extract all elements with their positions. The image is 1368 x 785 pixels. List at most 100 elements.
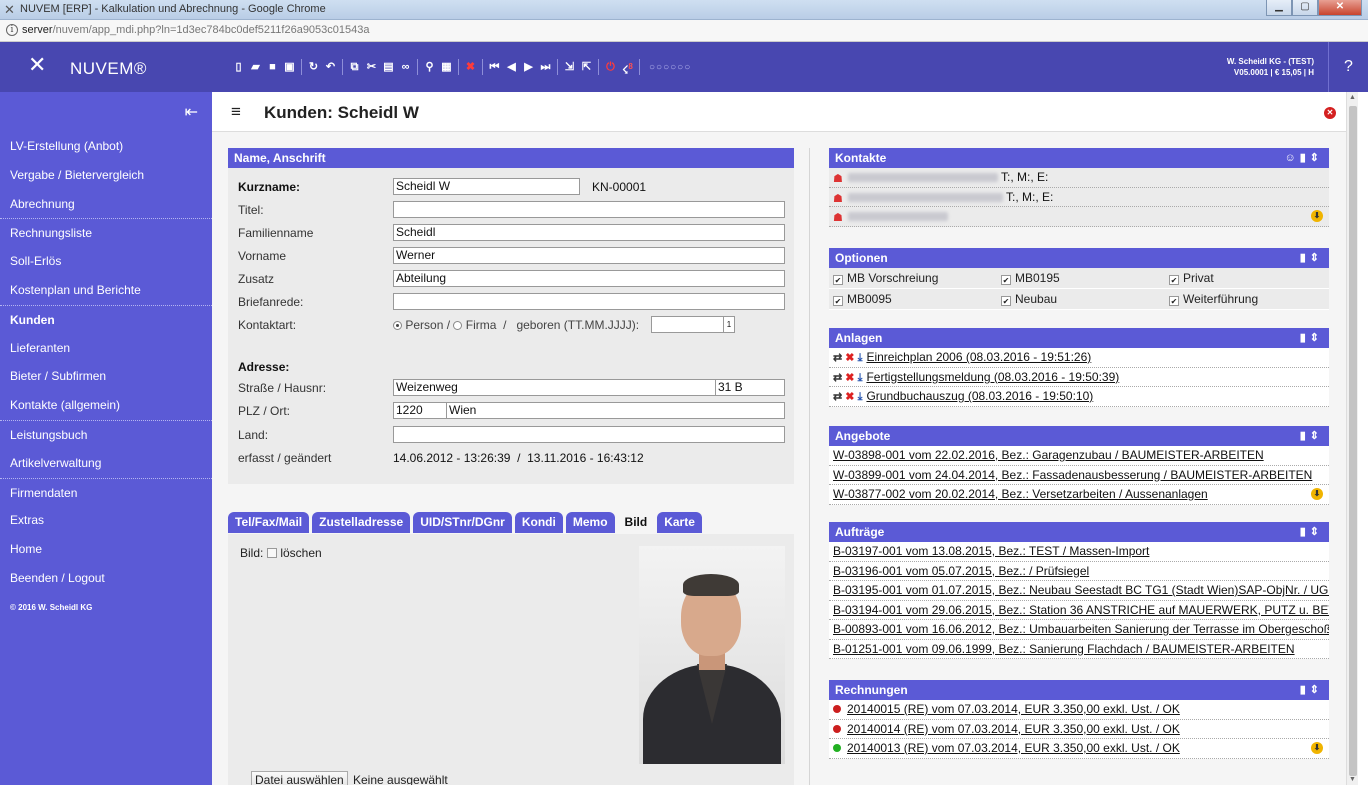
- sidebar-item-bieter[interactable]: Bieter / Subfirmen: [0, 362, 212, 391]
- plz-input[interactable]: 1220: [393, 402, 448, 419]
- sort-icon[interactable]: ⇕: [1310, 684, 1323, 696]
- titel-input[interactable]: [393, 201, 785, 218]
- strasse-input[interactable]: Weizenweg: [393, 379, 717, 396]
- radio-person[interactable]: [393, 321, 402, 330]
- delete-icon[interactable]: ✖: [845, 372, 854, 384]
- invoice-link[interactable]: 20140015 (RE) vom 07.03.2014, EUR 3.350,…: [847, 702, 1180, 716]
- calendar-icon[interactable]: 1: [723, 316, 735, 333]
- option-item[interactable]: ✔ MB0095: [829, 289, 997, 310]
- sidebar-item-rechnungsliste[interactable]: Rechnungsliste: [0, 218, 212, 247]
- new-icon[interactable]: ▮: [1300, 430, 1310, 442]
- checkbox-checked-icon[interactable]: ✔: [1169, 296, 1179, 306]
- move-icon[interactable]: ⇄: [833, 352, 842, 364]
- add-contact-icon[interactable]: ☺: [1284, 152, 1299, 164]
- kurzname-input[interactable]: Scheidl W: [393, 178, 580, 195]
- move-icon[interactable]: ⇄: [833, 391, 842, 403]
- vertical-scrollbar[interactable]: ▲ ▼: [1346, 92, 1358, 785]
- copy-icon[interactable]: ⧉: [348, 60, 361, 74]
- tab-uid[interactable]: UID/STnr/DGnr: [413, 512, 512, 533]
- option-item[interactable]: ✔ Privat: [1165, 268, 1329, 289]
- sidebar-item-lieferanten[interactable]: Lieferanten: [0, 334, 212, 363]
- collapse-icon[interactable]: ⇤: [185, 102, 198, 122]
- option-item[interactable]: ✔ MB Vorschreiung: [829, 268, 997, 289]
- sidebar-item-leistungsbuch[interactable]: Leistungsbuch: [0, 419, 212, 449]
- cut-icon[interactable]: ✂: [365, 60, 378, 74]
- attachment-link[interactable]: Grundbuchauszug (08.03.2016 - 19:50:10): [866, 389, 1093, 403]
- menu-icon[interactable]: ≡: [231, 102, 241, 122]
- help-button[interactable]: ?: [1328, 42, 1368, 92]
- tab-kondi[interactable]: Kondi: [514, 512, 563, 533]
- order-link[interactable]: B-01251-001 vom 09.06.1999, Bez.: Sanier…: [833, 642, 1295, 656]
- sidebar-item-abrechnung[interactable]: Abrechnung: [0, 190, 212, 219]
- sidebar-item-lv-erstellung[interactable]: LV-Erstellung (Anbot): [0, 132, 212, 161]
- checkbox-checked-icon[interactable]: ✔: [833, 275, 843, 285]
- scroll-down-icon[interactable]: ▼: [1349, 776, 1356, 783]
- new-icon[interactable]: ▮: [1300, 684, 1310, 696]
- new-document-icon[interactable]: ▯: [232, 60, 245, 74]
- checkbox-checked-icon[interactable]: ✔: [1169, 275, 1179, 285]
- order-link[interactable]: B-03197-001 vom 13.08.2015, Bez.: TEST /…: [833, 544, 1149, 558]
- first-record-icon[interactable]: ⏮: [488, 60, 501, 74]
- more-icon[interactable]: ⬇: [1311, 488, 1323, 500]
- notification-icon[interactable]: ☇8: [621, 60, 634, 77]
- url-text[interactable]: server/nuvem/app_mdi.php?ln=1d3ec784bc0d…: [22, 24, 370, 36]
- undo-icon[interactable]: ↶: [324, 60, 337, 74]
- export-icon[interactable]: ⇲: [563, 60, 576, 74]
- order-link[interactable]: B-00893-001 vom 16.06.2012, Bez.: Umbaua…: [833, 622, 1329, 636]
- invoice-link[interactable]: 20140014 (RE) vom 07.03.2014, EUR 3.350,…: [847, 722, 1180, 736]
- tab-bild[interactable]: Bild: [617, 512, 655, 533]
- binoculars-icon[interactable]: ∞: [399, 60, 412, 74]
- next-record-icon[interactable]: ▶: [522, 60, 535, 74]
- download-icon[interactable]: ⤓: [858, 372, 863, 384]
- land-input[interactable]: [393, 426, 785, 443]
- checkbox-checked-icon[interactable]: ✔: [833, 296, 843, 306]
- sidebar-item-artikelverwaltung[interactable]: Artikelverwaltung: [0, 449, 212, 478]
- radio-firma[interactable]: [453, 321, 463, 330]
- tab-tel-fax-mail[interactable]: Tel/Fax/Mail: [228, 512, 310, 533]
- option-item[interactable]: ✔ Weiterführung: [1165, 289, 1329, 310]
- sidebar-item-kostenplan[interactable]: Kostenplan und Berichte: [0, 276, 212, 305]
- familienname-input[interactable]: Scheidl: [393, 224, 785, 241]
- order-link[interactable]: B-03195-001 vom 01.07.2015, Bez.: Neubau…: [833, 583, 1329, 597]
- new-icon[interactable]: ▮: [1300, 152, 1310, 164]
- ort-input[interactable]: Wien: [446, 402, 785, 419]
- sidebar-item-logout[interactable]: Beenden / Logout: [0, 564, 212, 593]
- close-icon[interactable]: ✕: [1324, 107, 1336, 119]
- sort-icon[interactable]: ⇕: [1310, 332, 1323, 344]
- maximize-button[interactable]: ▢: [1292, 0, 1318, 16]
- power-icon[interactable]: ⏻: [604, 60, 617, 74]
- save-icon[interactable]: ■: [266, 60, 279, 74]
- paste-icon[interactable]: ▤: [382, 60, 395, 74]
- sidebar-item-home[interactable]: Home: [0, 535, 212, 564]
- vorname-input[interactable]: Werner: [393, 247, 785, 264]
- sort-icon[interactable]: ⇕: [1310, 526, 1323, 538]
- contact-row[interactable]: ☗ T:, M:, E:: [829, 188, 1329, 207]
- more-icon[interactable]: ⬇: [1311, 742, 1323, 754]
- sidebar-item-kontakte[interactable]: Kontakte (allgemein): [0, 391, 212, 420]
- scrollbar-thumb[interactable]: [1349, 106, 1357, 776]
- delete-image-checkbox[interactable]: [267, 548, 278, 558]
- tab-memo[interactable]: Memo: [565, 512, 615, 533]
- order-link[interactable]: B-03194-001 vom 29.06.2015, Bez.: Statio…: [833, 603, 1329, 617]
- info-icon[interactable]: i: [6, 24, 18, 36]
- tab-zustelladresse[interactable]: Zustelladresse: [312, 512, 411, 533]
- brand[interactable]: ✕ NUVEM®: [0, 42, 212, 92]
- delete-icon[interactable]: ✖: [845, 391, 854, 403]
- close-window-button[interactable]: ✕: [1318, 0, 1362, 16]
- scroll-up-icon[interactable]: ▲: [1349, 94, 1356, 101]
- briefanrede-input[interactable]: [393, 293, 785, 310]
- zusatz-input[interactable]: Abteilung: [393, 270, 785, 287]
- collapse-sidebar[interactable]: ⇤: [0, 92, 212, 132]
- attachment-link[interactable]: Einreichplan 2006 (08.03.2016 - 19:51:26…: [866, 350, 1091, 364]
- order-link[interactable]: B-03196-001 vom 05.07.2015, Bez.: / Prüf…: [833, 564, 1089, 578]
- delete-icon[interactable]: ✖: [845, 352, 854, 364]
- search-icon[interactable]: ⚲: [423, 60, 436, 74]
- option-item[interactable]: ✔ MB0195: [997, 268, 1165, 289]
- option-item[interactable]: ✔ Neubau: [997, 289, 1165, 310]
- properties-icon[interactable]: ▦: [440, 60, 453, 74]
- sidebar-item-extras[interactable]: Extras: [0, 506, 212, 535]
- minimize-button[interactable]: ▁: [1266, 0, 1292, 16]
- previous-record-icon[interactable]: ◀: [505, 60, 518, 74]
- import-icon[interactable]: ⇱: [580, 60, 593, 74]
- sidebar-item-soll-erloes[interactable]: Soll-Erlös: [0, 247, 212, 276]
